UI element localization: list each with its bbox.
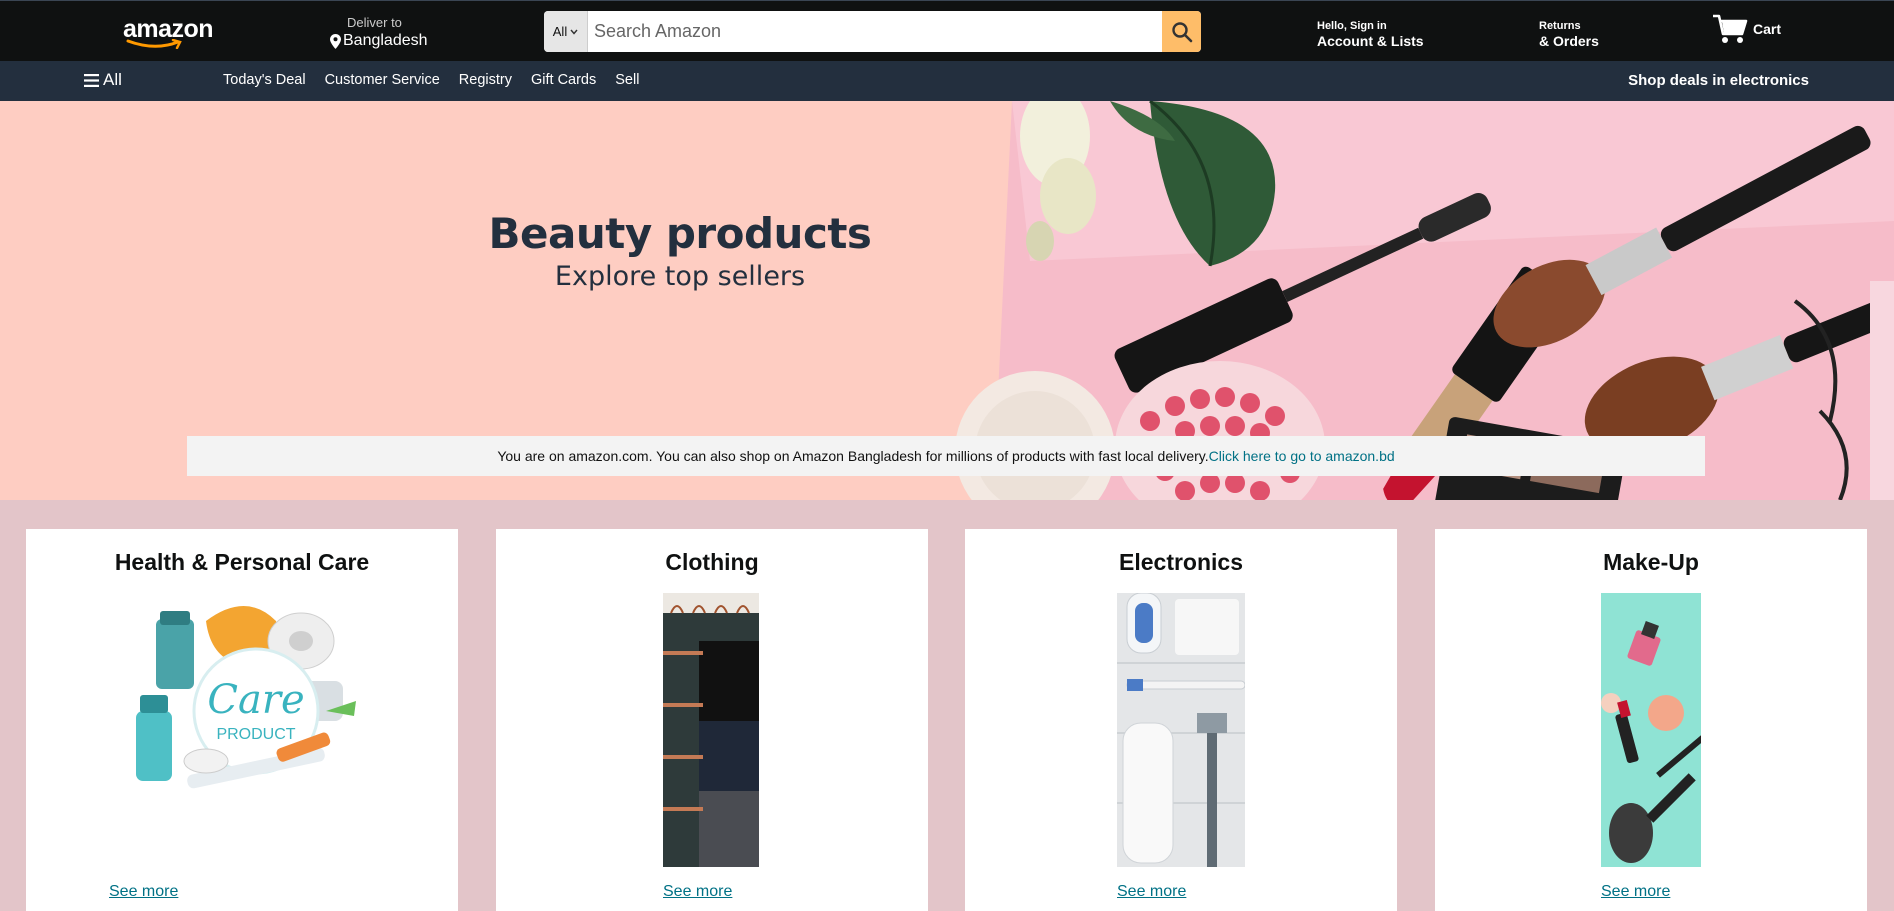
- product-text: PRODUCT: [216, 726, 295, 743]
- account-lists-label: Account & Lists: [1317, 33, 1424, 49]
- see-more-link[interactable]: See more: [1601, 883, 1670, 901]
- search-button[interactable]: [1162, 11, 1201, 52]
- cart-label: Cart: [1753, 21, 1782, 37]
- cart-icon: [1713, 14, 1748, 43]
- deliver-label: Deliver to: [347, 15, 402, 30]
- nav-todays-deal[interactable]: Today's Deal: [223, 72, 306, 88]
- locale-notice: You are on amazon.com. You can also shop…: [187, 436, 1705, 476]
- sub-nav: All Today's Deal Customer Service Regist…: [0, 61, 1894, 101]
- category-card-clothing: Clothing See more: [496, 529, 928, 911]
- locale-notice-text: You are on amazon.com. You can also shop…: [497, 448, 1209, 464]
- returns-label: Returns: [1539, 20, 1581, 32]
- health-care-image[interactable]: Care PRODUCT: [126, 591, 386, 811]
- nav-registry[interactable]: Registry: [459, 72, 512, 88]
- hamburger-icon: [84, 73, 99, 87]
- electronics-image[interactable]: [1117, 593, 1245, 867]
- see-more-link[interactable]: See more: [663, 883, 732, 901]
- search-bar: All: [544, 11, 1201, 52]
- card-title: Health & Personal Care: [114, 549, 370, 575]
- see-more-link[interactable]: See more: [109, 883, 178, 901]
- account-greeting: Hello, Sign in: [1317, 20, 1387, 32]
- amazon-smile-icon: [126, 39, 182, 49]
- card-title: Clothing: [665, 549, 759, 575]
- card-title: Make-Up: [1603, 549, 1699, 575]
- category-card-makeup: Make-Up See more: [1435, 529, 1867, 911]
- care-text: Care: [207, 677, 304, 723]
- cart-button[interactable]: Cart: [1712, 13, 1781, 45]
- top-nav: amazon Deliver to Bangladesh All Hello,: [0, 0, 1894, 61]
- chevron-down-icon: [570, 29, 578, 35]
- nav-customer-service[interactable]: Customer Service: [325, 72, 440, 88]
- category-card-electronics: Electronics See more: [965, 529, 1397, 911]
- nav-sell[interactable]: Sell: [615, 72, 639, 88]
- hero-subtitle: Explore top sellers: [554, 261, 806, 292]
- deliver-to[interactable]: Deliver to Bangladesh: [330, 15, 428, 51]
- search-category-select[interactable]: All: [544, 11, 588, 52]
- search-icon: [1171, 21, 1192, 42]
- category-card-health: Health & Personal Care Care PRODUCT See …: [26, 529, 458, 911]
- hero-title: Beauty products: [488, 209, 872, 258]
- account-menu[interactable]: Hello, Sign in Account & Lists: [1317, 19, 1424, 50]
- orders-label: & Orders: [1539, 33, 1599, 49]
- see-more-link[interactable]: See more: [1117, 883, 1186, 901]
- location-pin-icon: [330, 33, 341, 49]
- search-input[interactable]: [588, 11, 1162, 52]
- shop-deals-electronics-link[interactable]: Shop deals in electronics: [1628, 72, 1809, 89]
- deliver-location: Bangladesh: [343, 32, 428, 49]
- all-menu-button[interactable]: All: [84, 70, 122, 90]
- nav-gift-cards[interactable]: Gift Cards: [531, 72, 596, 88]
- makeup-image[interactable]: [1601, 593, 1701, 867]
- hero-banner[interactable]: Beauty products Explore top sellers You …: [0, 101, 1894, 500]
- clothing-image[interactable]: [663, 593, 759, 867]
- returns-orders[interactable]: Returns & Orders: [1539, 19, 1599, 50]
- card-title: Electronics: [1119, 549, 1243, 575]
- go-to-amazon-bd-link[interactable]: Click here to go to amazon.bd: [1209, 448, 1395, 464]
